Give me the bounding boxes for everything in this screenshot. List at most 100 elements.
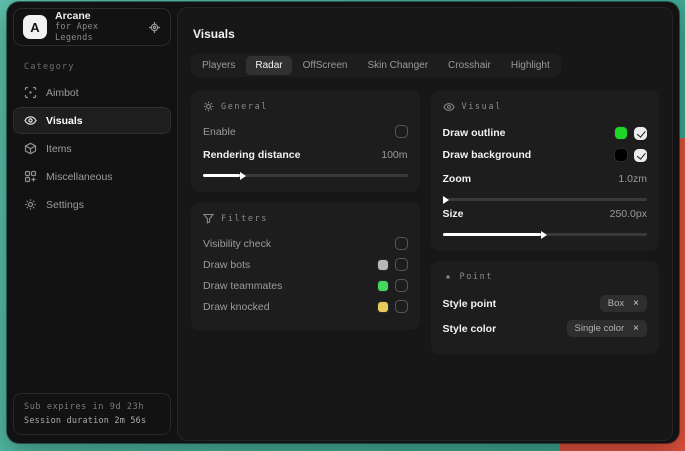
sidebar-item-settings[interactable]: Settings xyxy=(13,191,171,218)
tab-crosshair[interactable]: Crosshair xyxy=(439,56,500,75)
sidebar-item-items[interactable]: Items xyxy=(13,135,171,162)
sidebar-item-label: Settings xyxy=(46,199,84,211)
style-point-label: Style point xyxy=(443,298,497,310)
rendering-distance-label: Rendering distance xyxy=(203,149,300,161)
draw-background-checkbox[interactable] xyxy=(634,149,647,162)
tab-bar: Players Radar OffScreen Skin Changer Cro… xyxy=(191,54,561,77)
crosshair-icon xyxy=(24,86,37,99)
app-logo: A xyxy=(23,15,47,39)
style-color-row: Style color Single color × xyxy=(443,316,648,341)
panel-general-header: General xyxy=(203,101,408,112)
size-group: Size 250.0px xyxy=(443,203,648,236)
grid-icon xyxy=(24,170,37,183)
panel-visual: Visual Draw outline Draw background xyxy=(431,90,660,251)
size-row: Size 250.0px xyxy=(443,203,648,224)
tab-highlight[interactable]: Highlight xyxy=(502,56,559,75)
content-grid: General Enable Rendering distance 100m xyxy=(191,90,659,354)
draw-background-color-swatch[interactable] xyxy=(615,149,627,161)
slider-fill xyxy=(203,174,240,177)
desktop-background: A Arcane for Apex Legends Category xyxy=(0,0,685,451)
panel-title: General xyxy=(221,102,268,112)
sidebar-item-visuals[interactable]: Visuals xyxy=(13,107,171,134)
zoom-group: Zoom 1.0zm xyxy=(443,168,648,201)
sidebar-item-label: Visuals xyxy=(46,115,83,127)
app-title-block: Arcane for Apex Legends xyxy=(55,10,140,44)
sidebar-item-label: Items xyxy=(46,143,72,155)
visibility-check-checkbox[interactable] xyxy=(395,237,408,250)
panel-filters: Filters Visibility check Draw bots xyxy=(191,202,420,330)
slider-thumb[interactable] xyxy=(443,196,449,204)
rendering-distance-slider[interactable] xyxy=(203,174,408,177)
draw-outline-checkbox[interactable] xyxy=(634,127,647,140)
sidebar-item-aimbot[interactable]: Aimbot xyxy=(13,79,171,106)
eye-icon xyxy=(443,101,455,113)
panel-title: Point xyxy=(460,272,494,282)
draw-bots-checkbox[interactable] xyxy=(395,258,408,271)
visibility-check-row: Visibility check xyxy=(203,233,408,254)
style-color-value: Single color xyxy=(575,323,625,334)
draw-bots-row: Draw bots xyxy=(203,254,408,275)
tab-skin-changer[interactable]: Skin Changer xyxy=(358,56,437,75)
close-icon[interactable]: × xyxy=(633,324,639,334)
slider-fill xyxy=(443,233,541,236)
sun-icon xyxy=(203,101,214,112)
enable-label: Enable xyxy=(203,126,236,138)
close-icon[interactable]: × xyxy=(633,299,639,309)
draw-teammates-row: Draw teammates xyxy=(203,275,408,296)
draw-outline-row: Draw outline xyxy=(443,122,648,144)
draw-teammates-color-swatch[interactable] xyxy=(378,281,388,291)
draw-outline-color-swatch[interactable] xyxy=(615,127,627,139)
rendering-distance-value: 100m xyxy=(381,149,407,161)
style-point-row: Style point Box × xyxy=(443,291,648,316)
left-column: General Enable Rendering distance 100m xyxy=(191,90,420,330)
draw-knocked-checkbox[interactable] xyxy=(395,300,408,313)
tab-offscreen[interactable]: OffScreen xyxy=(294,56,357,75)
style-color-select[interactable]: Single color × xyxy=(567,320,647,337)
right-column: Visual Draw outline Draw background xyxy=(431,90,660,354)
rendering-distance-group: Rendering distance 100m xyxy=(203,144,408,177)
gear-icon[interactable] xyxy=(148,21,161,34)
app-name: Arcane xyxy=(55,10,140,22)
eye-icon xyxy=(24,114,37,127)
panel-title: Visual xyxy=(462,102,502,112)
panel-general: General Enable Rendering distance 100m xyxy=(191,90,420,192)
draw-outline-label: Draw outline xyxy=(443,127,506,139)
zoom-slider[interactable] xyxy=(443,198,648,201)
panel-visual-header: Visual xyxy=(443,101,648,113)
slider-thumb[interactable] xyxy=(541,231,547,239)
enable-checkbox[interactable] xyxy=(395,125,408,138)
panel-title: Filters xyxy=(221,214,268,224)
subscription-info-box: Sub expires in 9d 23h Session duration 2… xyxy=(13,393,171,435)
session-duration-text: Session duration 2m 56s xyxy=(24,416,160,426)
app-window: A Arcane for Apex Legends Category xyxy=(7,2,679,443)
size-slider[interactable] xyxy=(443,233,648,236)
style-point-select[interactable]: Box × xyxy=(600,295,647,312)
zoom-row: Zoom 1.0zm xyxy=(443,168,648,189)
draw-knocked-row: Draw knocked xyxy=(203,296,408,317)
tab-players[interactable]: Players xyxy=(193,56,244,75)
funnel-icon xyxy=(203,213,214,224)
gear-icon xyxy=(24,198,37,211)
draw-knocked-color-swatch[interactable] xyxy=(378,302,388,312)
size-value: 250.0px xyxy=(610,208,647,220)
visibility-check-label: Visibility check xyxy=(203,238,271,250)
draw-teammates-checkbox[interactable] xyxy=(395,279,408,292)
panel-point: Point Style point Box × xyxy=(431,261,660,354)
slider-thumb[interactable] xyxy=(240,172,246,180)
draw-knocked-label: Draw knocked xyxy=(203,301,270,313)
tab-radar[interactable]: Radar xyxy=(246,56,291,75)
zoom-label: Zoom xyxy=(443,173,472,185)
draw-teammates-label: Draw teammates xyxy=(203,280,282,292)
size-label: Size xyxy=(443,208,464,220)
style-color-label: Style color xyxy=(443,323,497,335)
sidebar: A Arcane for Apex Legends Category xyxy=(7,2,177,443)
dot-icon xyxy=(443,272,453,282)
sidebar-item-label: Aimbot xyxy=(46,87,79,99)
sidebar-item-miscellaneous[interactable]: Miscellaneous xyxy=(13,163,171,190)
draw-bots-label: Draw bots xyxy=(203,259,250,271)
rendering-distance-row: Rendering distance 100m xyxy=(203,144,408,165)
zoom-value: 1.0zm xyxy=(618,173,647,185)
page-title: Visuals xyxy=(193,27,659,41)
draw-bots-color-swatch[interactable] xyxy=(378,260,388,270)
panel-point-header: Point xyxy=(443,272,648,282)
